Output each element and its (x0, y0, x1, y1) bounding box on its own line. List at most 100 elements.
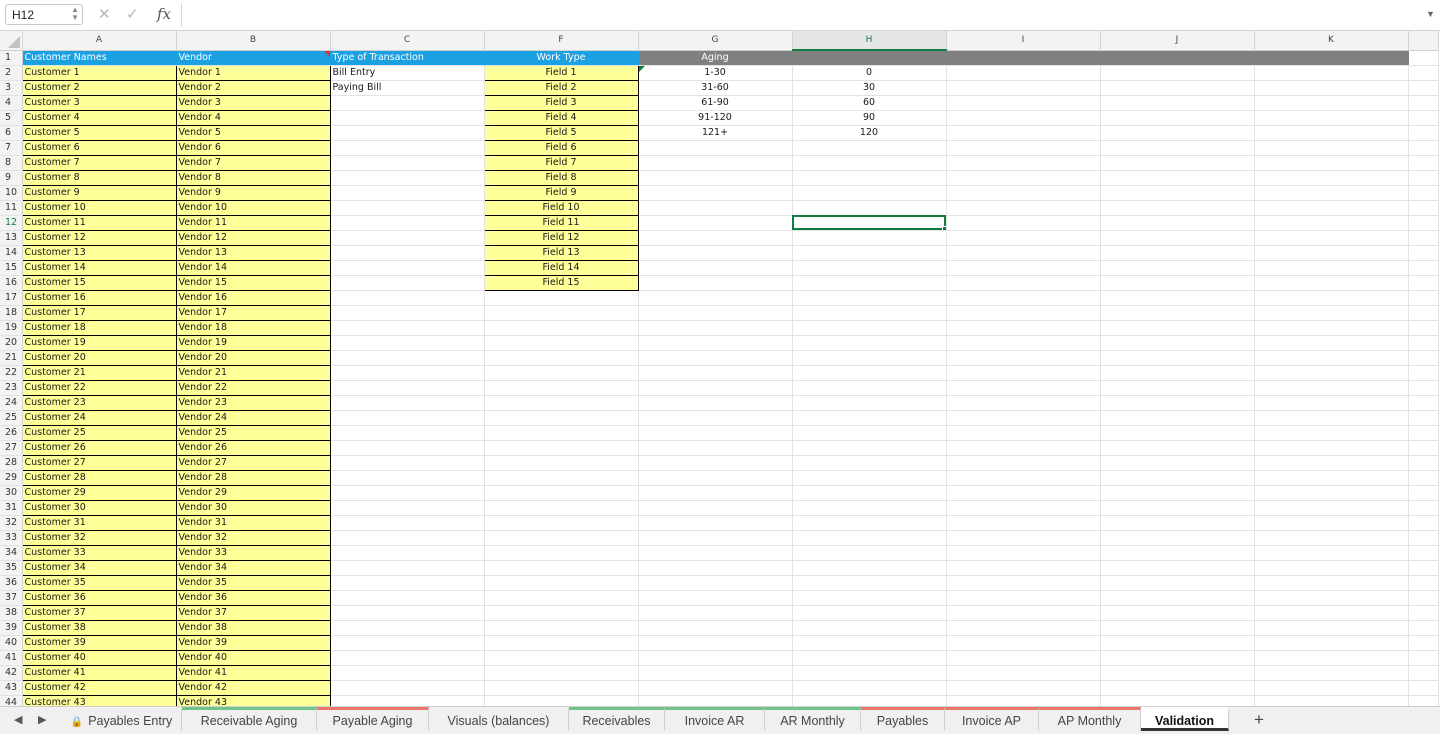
cell-i25[interactable] (946, 410, 1101, 426)
cell-i35[interactable] (946, 560, 1101, 576)
cell-i27[interactable] (946, 440, 1101, 456)
cell-g24[interactable] (638, 395, 793, 411)
cell-c31[interactable] (330, 500, 485, 516)
cell-g29[interactable] (638, 470, 793, 486)
cell-a5[interactable]: Customer 4 (22, 110, 177, 126)
cell-c23[interactable] (330, 380, 485, 396)
cell-a32[interactable]: Customer 31 (22, 515, 177, 531)
cell-f41[interactable] (484, 650, 639, 666)
cell-i17[interactable] (946, 290, 1101, 306)
cell-h15[interactable] (792, 260, 947, 276)
cell-i28[interactable] (946, 455, 1101, 471)
cell-b38[interactable]: Vendor 37 (176, 605, 331, 621)
cell-h43[interactable] (792, 680, 947, 696)
row-header[interactable]: 17 (0, 290, 23, 306)
check-icon[interactable]: ✓ (126, 5, 139, 23)
cell-b32[interactable]: Vendor 31 (176, 515, 331, 531)
cell-h44[interactable] (792, 695, 947, 706)
row-header[interactable]: 41 (0, 650, 23, 666)
row-header[interactable]: 8 (0, 155, 23, 171)
column-header-i[interactable]: I (946, 31, 1101, 51)
row-header[interactable]: 25 (0, 410, 23, 426)
cell-h32[interactable] (792, 515, 947, 531)
cancel-icon[interactable]: ✕ (98, 5, 111, 23)
cell-h10[interactable] (792, 185, 947, 201)
cell-f36[interactable] (484, 575, 639, 591)
row-header[interactable]: 1 (0, 50, 23, 66)
cell-h11[interactable] (792, 200, 947, 216)
cell-b40[interactable]: Vendor 39 (176, 635, 331, 651)
cell-b20[interactable]: Vendor 19 (176, 335, 331, 351)
tab-payables-entry[interactable]: 🔒 Payables Entry (62, 707, 182, 731)
cell-f43[interactable] (484, 680, 639, 696)
cell-h24[interactable] (792, 395, 947, 411)
cell-g34[interactable] (638, 545, 793, 561)
cell-g43[interactable] (638, 680, 793, 696)
row-header[interactable]: 38 (0, 605, 23, 621)
row-header[interactable]: 36 (0, 575, 23, 591)
cell-k19[interactable] (1254, 320, 1409, 336)
row-header[interactable]: 13 (0, 230, 23, 246)
cell-j29[interactable] (1100, 470, 1255, 486)
cell-i18[interactable] (946, 305, 1101, 321)
cell-f32[interactable] (484, 515, 639, 531)
cell-b29[interactable]: Vendor 28 (176, 470, 331, 486)
row-header[interactable]: 42 (0, 665, 23, 681)
cell-c4[interactable] (330, 95, 485, 111)
row-header[interactable]: 4 (0, 95, 23, 111)
cell-i11[interactable] (946, 200, 1101, 216)
tab-payable-aging[interactable]: Payable Aging (317, 707, 429, 731)
cell-h4[interactable]: 60 (792, 95, 947, 111)
cell-g40[interactable] (638, 635, 793, 651)
cell-c26[interactable] (330, 425, 485, 441)
cell-i41[interactable] (946, 650, 1101, 666)
cell-j14[interactable] (1100, 245, 1255, 261)
cell-g12[interactable] (638, 215, 793, 231)
column-header-j[interactable]: J (1100, 31, 1255, 51)
cell-k22[interactable] (1254, 365, 1409, 381)
cell-c21[interactable] (330, 350, 485, 366)
cell-g44[interactable] (638, 695, 793, 706)
cell-g33[interactable] (638, 530, 793, 546)
cell-f25[interactable] (484, 410, 639, 426)
cell-j15[interactable] (1100, 260, 1255, 276)
cell-j9[interactable] (1100, 170, 1255, 186)
cell-b34[interactable]: Vendor 33 (176, 545, 331, 561)
cell-a12[interactable]: Customer 11 (22, 215, 177, 231)
cell-i21[interactable] (946, 350, 1101, 366)
cell-i36[interactable] (946, 575, 1101, 591)
cell-c28[interactable] (330, 455, 485, 471)
cell-i16[interactable] (946, 275, 1101, 291)
row-header[interactable]: 24 (0, 395, 23, 411)
cell-b43[interactable]: Vendor 42 (176, 680, 331, 696)
cell-c37[interactable] (330, 590, 485, 606)
row-header[interactable]: 31 (0, 500, 23, 516)
cell-k12[interactable] (1254, 215, 1409, 231)
cell-c12[interactable] (330, 215, 485, 231)
cell-c36[interactable] (330, 575, 485, 591)
cell-g36[interactable] (638, 575, 793, 591)
row-header[interactable]: 19 (0, 320, 23, 336)
cell-b6[interactable]: Vendor 5 (176, 125, 331, 141)
cell-g17[interactable] (638, 290, 793, 306)
cell-k6[interactable] (1254, 125, 1409, 141)
cell-b19[interactable]: Vendor 18 (176, 320, 331, 336)
cell-f10[interactable]: Field 9 (484, 185, 639, 201)
cell-b27[interactable]: Vendor 26 (176, 440, 331, 456)
cell-h34[interactable] (792, 545, 947, 561)
cell-k25[interactable] (1254, 410, 1409, 426)
cell-a16[interactable]: Customer 15 (22, 275, 177, 291)
cell-k43[interactable] (1254, 680, 1409, 696)
cell-f28[interactable] (484, 455, 639, 471)
cell-g5[interactable]: 91-120 (638, 110, 793, 126)
cell-b22[interactable]: Vendor 21 (176, 365, 331, 381)
row-header[interactable]: 9 (0, 170, 23, 186)
cell-g32[interactable] (638, 515, 793, 531)
cell-f7[interactable]: Field 6 (484, 140, 639, 156)
cell-i19[interactable] (946, 320, 1101, 336)
cell-b4[interactable]: Vendor 3 (176, 95, 331, 111)
cell-g41[interactable] (638, 650, 793, 666)
cell-b12[interactable]: Vendor 11 (176, 215, 331, 231)
cell-b26[interactable]: Vendor 25 (176, 425, 331, 441)
cell-f29[interactable] (484, 470, 639, 486)
